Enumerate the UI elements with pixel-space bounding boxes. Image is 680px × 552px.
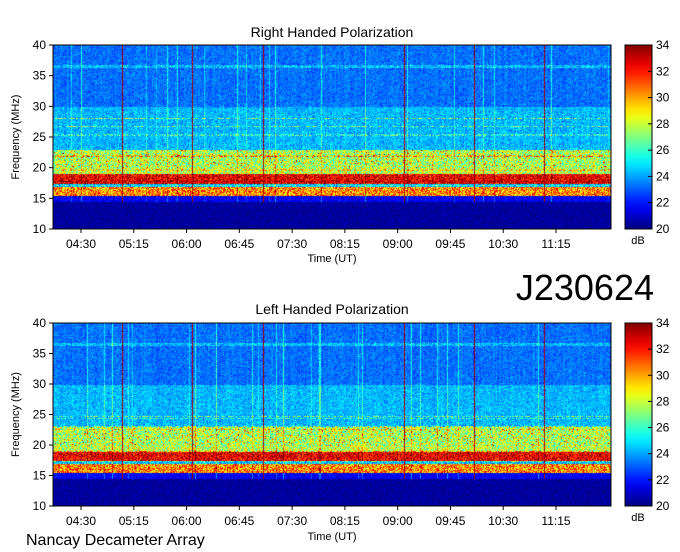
colorbar-label: dB: [631, 512, 644, 524]
x-tick-label: 06:45: [224, 514, 254, 528]
colorbar-tick-label: 34: [656, 316, 670, 330]
colorbar-label: dB: [631, 235, 644, 247]
colorbar-tick-label: 30: [656, 368, 670, 382]
x-tick-label: 09:00: [383, 237, 413, 251]
colorbar-tick-label: 22: [656, 196, 670, 210]
colorbar: [624, 322, 653, 507]
x-tick-label: 05:15: [119, 237, 149, 251]
y-tick-label: 40: [33, 316, 47, 330]
x-tick-label: 08:15: [330, 514, 360, 528]
x-tick-label: 09:00: [383, 514, 413, 528]
observation-id: J230624: [516, 267, 654, 308]
x-tick-label: 09:45: [435, 514, 465, 528]
y-tick-label: 30: [33, 377, 47, 391]
y-tick-label: 30: [33, 99, 47, 113]
colorbar: [624, 44, 653, 230]
colorbar-tick-label: 20: [656, 499, 670, 513]
y-tick-label: 35: [33, 347, 47, 361]
y-tick-label: 10: [33, 499, 47, 513]
x-tick-label: 06:00: [172, 237, 202, 251]
x-tick-label: 04:30: [66, 237, 96, 251]
x-tick-label: 06:00: [172, 514, 202, 528]
x-tick-label: 11:15: [541, 514, 570, 528]
spectrum-panel-left: Left Handed Polarization 10 15 20 25 30 35 40 Fr…: [10, 301, 670, 543]
colorbar-tick-label: 32: [656, 64, 670, 78]
colorbar-tick-label: 26: [656, 421, 670, 435]
x-tick-label: 11:15: [541, 237, 570, 251]
colorbar-tick-label: 32: [656, 342, 670, 356]
colorbar-tick-label: 24: [656, 169, 670, 183]
y-tick-label: 25: [33, 408, 47, 422]
colorbar-tick-label: 28: [656, 117, 670, 131]
x-tick-label: 05:15: [119, 514, 149, 528]
y-tick-label: 15: [33, 191, 47, 205]
y-tick-label: 20: [33, 438, 47, 452]
x-axis-label: Time (UT): [307, 531, 356, 543]
x-tick-label: 07:30: [277, 514, 307, 528]
x-tick-label: 10:30: [488, 514, 518, 528]
x-axis-label: Time (UT): [307, 253, 356, 265]
x-tick-label: 04:30: [66, 514, 96, 528]
y-tick-label: 20: [33, 161, 47, 175]
x-tick-label: 09:45: [435, 237, 465, 251]
x-tick-label: 06:45: [224, 237, 254, 251]
y-axis-label: Frequency (MHz): [10, 372, 22, 457]
spectrum-panel-right: Right Handed Polarization 10 15 20 25 30 35 40 F…: [10, 24, 670, 265]
colorbar-tick-label: 26: [656, 143, 670, 157]
y-tick-label: 15: [33, 469, 47, 483]
colorbar-tick-label: 22: [656, 473, 670, 487]
y-axis-label: Frequency (MHz): [10, 95, 22, 180]
colorbar-tick-label: 20: [656, 222, 670, 236]
colorbar-tick-label: 28: [656, 394, 670, 408]
y-tick-label: 10: [33, 222, 47, 236]
x-tick-label: 10:30: [488, 237, 518, 251]
spectrum-heatmap: [53, 323, 611, 506]
spectrum-heatmap: [53, 45, 611, 229]
colorbar-tick-label: 24: [656, 447, 670, 461]
dynamic-spectrum-figure: J230624 Nancay Decameter Array Right Han…: [10, 24, 670, 549]
x-tick-label: 07:30: [277, 237, 307, 251]
plot-title: Left Handed Polarization: [255, 301, 408, 317]
colorbar-tick-label: 34: [656, 38, 670, 52]
y-tick-label: 35: [33, 69, 47, 83]
y-tick-label: 25: [33, 130, 47, 144]
x-tick-label: 08:15: [330, 237, 360, 251]
plot-title: Right Handed Polarization: [251, 24, 414, 40]
colorbar-tick-label: 30: [656, 91, 670, 105]
instrument-label: Nancay Decameter Array: [26, 532, 205, 549]
y-tick-label: 40: [33, 38, 47, 52]
